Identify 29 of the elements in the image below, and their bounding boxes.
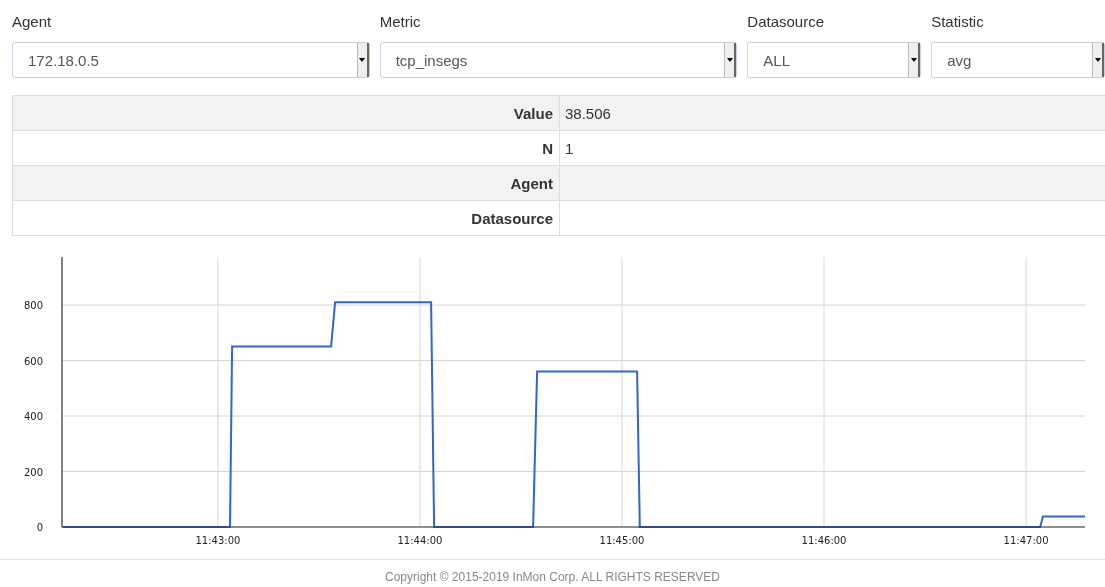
caret-icon: [910, 58, 917, 62]
x-axis-label: 11:45:00: [599, 535, 645, 546]
copyright-text: Copyright © 2015-2019 InMon Corp. ALL RIGHTS RESERVED: [385, 570, 720, 584]
dropdown-select[interactable]: tcp_insegs: [379, 42, 738, 78]
y-axis-label: 800: [23, 300, 43, 311]
dropdown-select[interactable]: 172.18.0.5: [12, 42, 370, 78]
row-value: 38.506: [565, 104, 611, 122]
filter-label: Statistic: [931, 12, 985, 32]
row-label: Agent: [510, 174, 553, 192]
x-axis-label: 11:44:00: [397, 535, 443, 546]
dropdown-select[interactable]: ALL: [747, 42, 922, 78]
filter-label: Agent: [12, 12, 53, 32]
x-axis-label: 11:43:00: [195, 535, 241, 546]
filter-label: Datasource: [747, 12, 826, 32]
dropdown-select[interactable]: avg: [931, 42, 1105, 78]
caret-icon: [359, 58, 366, 62]
x-axis-label: 11:46:00: [801, 535, 847, 546]
caret-icon: [726, 58, 733, 62]
row-label: N: [542, 139, 553, 157]
y-axis-label: 0: [36, 522, 43, 533]
row-label: Datasource: [471, 209, 553, 227]
y-axis-label: 600: [23, 355, 43, 367]
row-value: 1: [565, 139, 574, 157]
y-axis-label: 200: [23, 466, 43, 478]
caret-icon: [1094, 58, 1101, 62]
y-axis-label: 400: [23, 411, 43, 422]
filter-label: Metric: [379, 12, 422, 32]
row-label: Value: [513, 104, 553, 122]
x-axis-label: 11:47:00: [1003, 535, 1049, 546]
